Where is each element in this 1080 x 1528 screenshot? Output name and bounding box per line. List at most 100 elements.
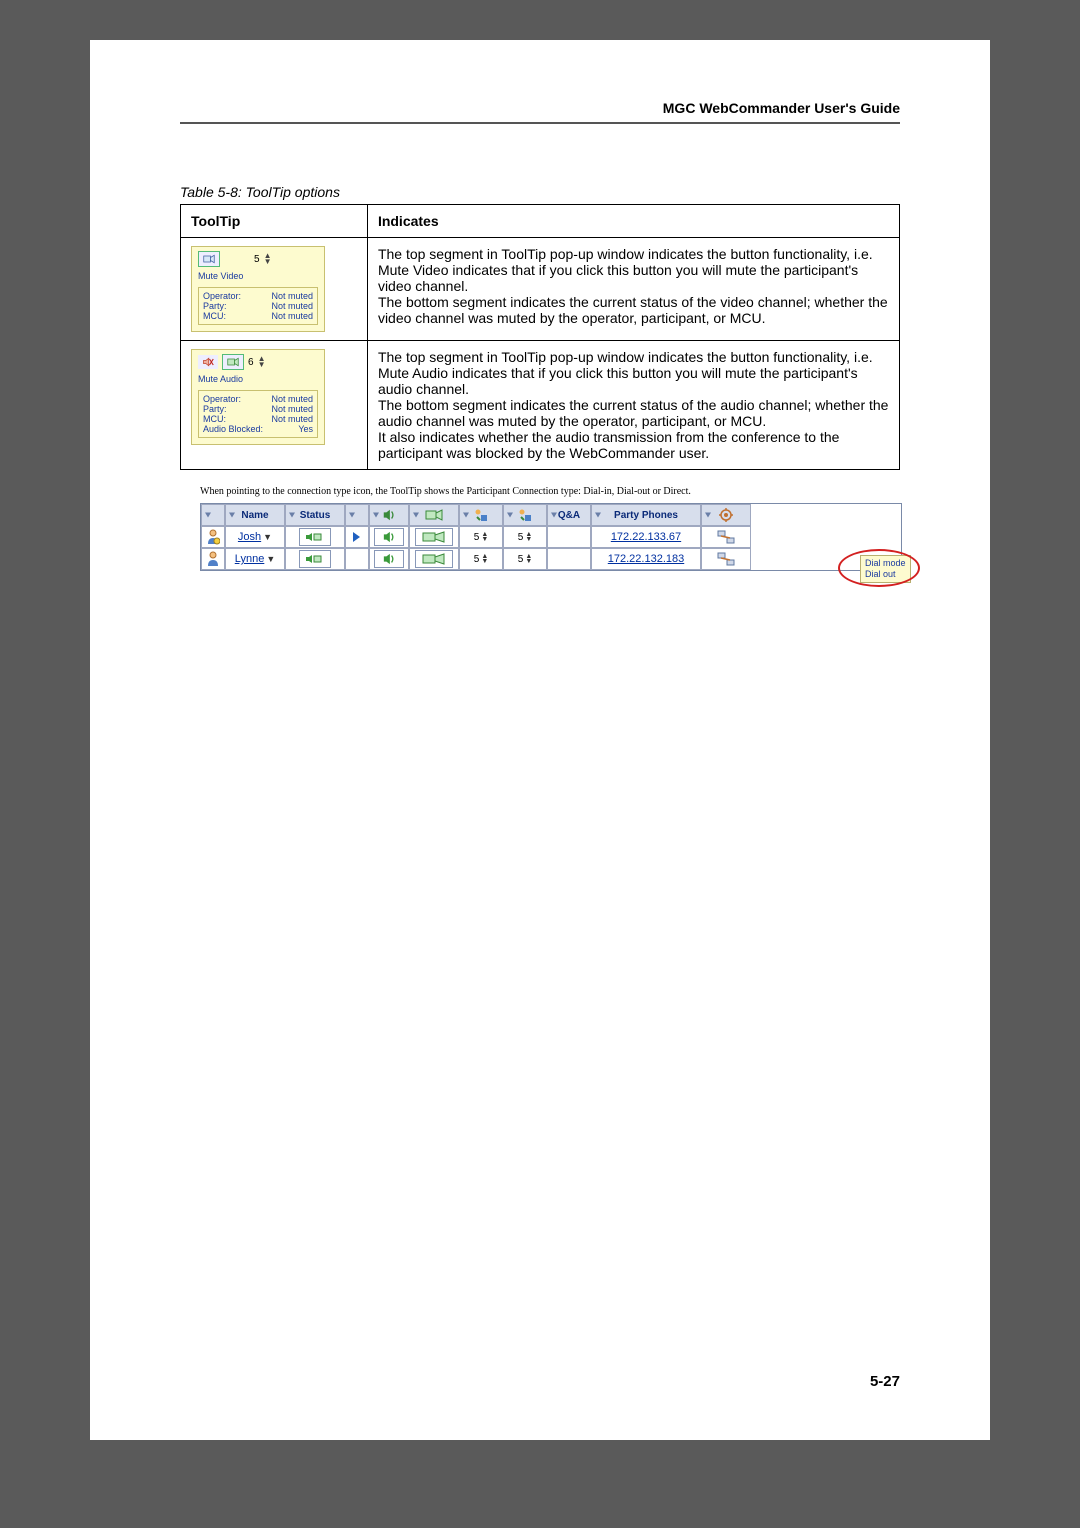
page-number: 5-27	[870, 1373, 900, 1390]
col-tooltip: ToolTip	[181, 205, 368, 238]
status-cell	[285, 548, 345, 570]
col-flag[interactable]	[345, 504, 369, 526]
tooltip-panel-video: 5 ▲▼ Mute Video Operator:Not muted Party…	[191, 246, 325, 332]
label-mcu: MCU:	[203, 414, 226, 424]
col-conn-icon[interactable]	[701, 504, 751, 526]
camera-cell[interactable]	[409, 548, 459, 570]
tooltip-status-box: Operator: Not muted Party: Not muted MCU: N…	[198, 390, 318, 438]
flag-cell	[345, 548, 369, 570]
value-mcu: Not muted	[271, 311, 313, 321]
connection-type-cell[interactable]	[701, 548, 751, 570]
table-caption: Table 5-8: ToolTip options	[180, 184, 900, 200]
number-value: 5	[474, 532, 480, 543]
document-page: MGC WebCommander User's Guide Table 5-8:…	[90, 40, 990, 1440]
tooltip-cell-audio: 6 ▲▼ Mute Audio Operator: Not muted Party…	[181, 341, 368, 470]
qa-cell	[547, 548, 591, 570]
speaker-muted-icon	[198, 355, 218, 369]
speaker-icon	[382, 531, 396, 543]
col-icon[interactable]	[201, 504, 225, 526]
status-indicator-icon	[299, 550, 331, 568]
person-icon	[201, 526, 225, 548]
party-phone[interactable]: 172.22.132.183	[608, 553, 684, 565]
speaker-icon	[382, 553, 396, 565]
connection-type-cell[interactable]	[701, 526, 751, 548]
num1-cell[interactable]: 5▲▼	[459, 526, 503, 548]
table-row: 6 ▲▼ Mute Audio Operator: Not muted Party…	[181, 341, 900, 470]
camera-icon	[422, 553, 446, 565]
participant-row: Josh▼ 5▲▼ 5▲▼ 172.22.133.67	[201, 526, 901, 548]
label-party: Party:	[203, 404, 227, 414]
camera-cell[interactable]	[409, 526, 459, 548]
col-mic-icon[interactable]	[369, 504, 409, 526]
table-row: 5 ▲▼ Mute Video Operator:Not muted Party…	[181, 238, 900, 341]
qa-cell	[547, 526, 591, 548]
dial-mode-tooltip: Dial mode Dial out	[860, 555, 911, 583]
tooltip-cell-video: 5 ▲▼ Mute Video Operator:Not muted Party…	[181, 238, 368, 341]
num2-cell[interactable]: 5▲▼	[503, 526, 547, 548]
tooltip-title: Mute Audio	[198, 374, 318, 384]
status-cell	[285, 526, 345, 548]
grid-header-row: Name Status Q&A Party Phones	[201, 504, 901, 526]
value-party: Not muted	[271, 301, 313, 311]
tooltip-number: 6	[248, 357, 254, 368]
row1-p1: The top segment in ToolTip pop-up window…	[378, 246, 889, 294]
col-camera-icon[interactable]	[409, 504, 459, 526]
camera-icon	[422, 531, 446, 543]
party-phone[interactable]: 172.22.133.67	[611, 531, 681, 543]
tooltip-line1: Dial mode	[865, 558, 906, 569]
spinner-icon[interactable]: ▲▼	[525, 532, 532, 542]
connection-icon	[717, 529, 735, 545]
label-operator: Operator:	[203, 394, 241, 404]
page-header: MGC WebCommander User's Guide	[180, 100, 900, 124]
participant-row: Lynne▼ 5▲▼ 5▲▼ 172.22.132.183	[201, 548, 901, 570]
num2-cell[interactable]: 5▲▼	[503, 548, 547, 570]
col-av2-icon[interactable]	[503, 504, 547, 526]
tooltip-status-box: Operator:Not muted Party:Not muted MCU:N…	[198, 287, 318, 325]
label-audio-blocked: Audio Blocked:	[203, 424, 263, 434]
value-party: Not muted	[271, 404, 313, 414]
number-value: 5	[518, 532, 524, 543]
mic-cell[interactable]	[369, 526, 409, 548]
camera-icon	[222, 354, 244, 370]
spinner-icon[interactable]: ▲▼	[481, 554, 488, 564]
connection-type-caption: When pointing to the connection type ico…	[200, 486, 900, 497]
num1-cell[interactable]: 5▲▼	[459, 548, 503, 570]
tooltip-number: 5	[254, 254, 260, 265]
participants-grid: Name Status Q&A Party Phones	[200, 503, 902, 571]
status-indicator-icon	[299, 528, 331, 546]
indicates-cell-audio: The top segment in ToolTip pop-up window…	[367, 341, 899, 470]
col-name[interactable]: Name	[225, 504, 285, 526]
participant-name[interactable]: Lynne	[235, 553, 265, 565]
col-qa[interactable]: Q&A	[547, 504, 591, 526]
dropdown-icon[interactable]: ▼	[263, 532, 272, 542]
mic-cell[interactable]	[369, 548, 409, 570]
tooltip-options-table: ToolTip Indicates 5 ▲▼	[180, 204, 900, 470]
tooltip-title: Mute Video	[198, 271, 318, 281]
connection-icon	[717, 551, 735, 567]
header-title: MGC WebCommander User's Guide	[663, 100, 900, 116]
col-phones[interactable]: Party Phones	[591, 504, 701, 526]
col-status[interactable]: Status	[285, 504, 345, 526]
row2-p3: It also indicates whether the audio tran…	[378, 429, 889, 461]
phone-cell: 172.22.132.183	[591, 548, 701, 570]
spinner-icon[interactable]: ▲▼	[481, 532, 488, 542]
flag-cell	[345, 526, 369, 548]
participant-name-cell[interactable]: Lynne▼	[225, 548, 285, 570]
value-mcu: Not muted	[271, 414, 313, 424]
tooltip-panel-audio: 6 ▲▼ Mute Audio Operator: Not muted Party…	[191, 349, 325, 445]
value-operator: Not muted	[271, 291, 313, 301]
camera-icon	[198, 251, 220, 267]
spinner-icon: ▲▼	[258, 356, 266, 368]
row2-p2: The bottom segment indicates the current…	[378, 397, 889, 429]
participant-name-cell[interactable]: Josh▼	[225, 526, 285, 548]
dropdown-icon[interactable]: ▼	[266, 554, 275, 564]
participant-name[interactable]: Josh	[238, 531, 261, 543]
value-operator: Not muted	[271, 394, 313, 404]
number-value: 5	[518, 554, 524, 565]
col-av1-icon[interactable]	[459, 504, 503, 526]
row1-p2: The bottom segment indicates the current…	[378, 294, 889, 326]
person-icon	[201, 548, 225, 570]
label-mcu: MCU:	[203, 311, 226, 321]
spinner-icon[interactable]: ▲▼	[525, 554, 532, 564]
row2-p1: The top segment in ToolTip pop-up window…	[378, 349, 889, 397]
